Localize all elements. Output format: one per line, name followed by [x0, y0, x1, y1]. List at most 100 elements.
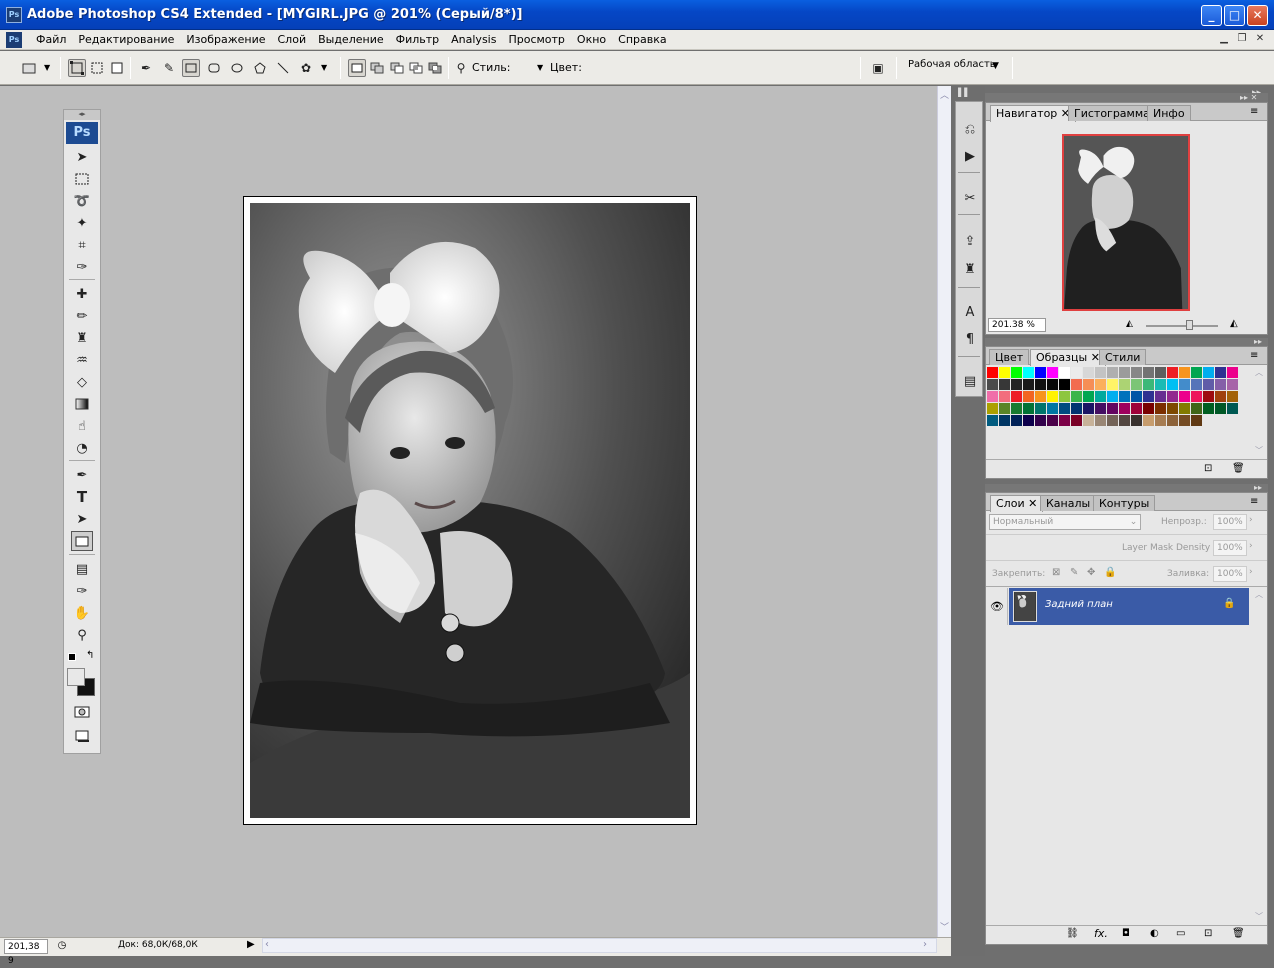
pen-tool-icon[interactable]: ✒: [71, 465, 93, 485]
color-swatch[interactable]: [1119, 367, 1130, 378]
collapse-dock-icon[interactable]: ▐▐: [955, 88, 967, 97]
color-swatch[interactable]: [1179, 379, 1190, 390]
color-swatch[interactable]: [1167, 367, 1178, 378]
color-swatch[interactable]: [1143, 391, 1154, 402]
color-swatch[interactable]: [1107, 367, 1118, 378]
color-swatch[interactable]: [1155, 403, 1166, 414]
color-swatch[interactable]: [1047, 391, 1058, 402]
tab-channels[interactable]: Каналы: [1040, 495, 1097, 511]
color-swatch[interactable]: [1155, 367, 1166, 378]
color-swatch[interactable]: [1227, 391, 1238, 402]
panel-menu-icon[interactable]: ≡: [1250, 106, 1258, 117]
opacity-field[interactable]: 100%: [1213, 514, 1247, 530]
color-swatch[interactable]: [1047, 415, 1058, 426]
color-swatch[interactable]: [1167, 391, 1178, 402]
new-group-icon[interactable]: ▭: [1176, 928, 1185, 939]
paths-button[interactable]: [88, 59, 106, 77]
color-swatch[interactable]: [1071, 415, 1082, 426]
tool-preset-picker[interactable]: [20, 59, 38, 77]
color-swatch[interactable]: [1131, 403, 1142, 414]
color-swatch[interactable]: [1023, 415, 1034, 426]
swatch-grid[interactable]: [987, 367, 1241, 439]
menu-item[interactable]: Слой: [272, 30, 313, 50]
default-colors-icon[interactable]: [68, 653, 76, 661]
scroll-down-icon[interactable]: ﹀: [1255, 911, 1263, 922]
color-swatch[interactable]: [1143, 415, 1154, 426]
history-panel-icon[interactable]: ⎌: [959, 118, 981, 140]
color-swatch[interactable]: [1035, 367, 1046, 378]
adjustment-layer-icon[interactable]: ◐: [1150, 928, 1159, 939]
photoshop-app-icon[interactable]: Ps: [6, 7, 22, 23]
color-swatch[interactable]: [1215, 403, 1226, 414]
zoom-in-icon[interactable]: ◭: [1230, 318, 1238, 329]
color-swatch[interactable]: [987, 415, 998, 426]
color-swatch[interactable]: [1179, 415, 1190, 426]
trash-icon[interactable]: 🗑: [1232, 463, 1245, 474]
visibility-toggle[interactable]: 👁: [986, 588, 1008, 625]
shape-layers-button[interactable]: [68, 59, 86, 77]
color-swatch[interactable]: [1227, 367, 1238, 378]
menu-item[interactable]: Редактирование: [72, 30, 180, 50]
color-swatch[interactable]: [1167, 415, 1178, 426]
color-swatch[interactable]: [1083, 415, 1094, 426]
color-swatch[interactable]: [987, 367, 998, 378]
lock-transparency-icon[interactable]: ⊠: [1052, 567, 1060, 578]
color-swatch[interactable]: [1227, 379, 1238, 390]
chevron-right-icon[interactable]: ›: [1249, 515, 1253, 525]
color-swatch[interactable]: [1155, 415, 1166, 426]
maximize-button[interactable]: □: [1224, 5, 1245, 26]
menu-item[interactable]: Изображение: [180, 30, 271, 50]
color-swatch[interactable]: [1071, 367, 1082, 378]
tab-swatches[interactable]: Образцы ✕: [1030, 349, 1106, 366]
add-to-shape-icon[interactable]: [368, 59, 386, 77]
eraser-tool-icon[interactable]: ◇: [71, 372, 93, 392]
menu-item[interactable]: Справка: [612, 30, 672, 50]
eyedropper-3d-icon[interactable]: ✑: [71, 581, 93, 601]
color-swatch[interactable]: [1215, 367, 1226, 378]
swap-colors-icon[interactable]: ↰: [86, 650, 94, 661]
dodge-tool-icon[interactable]: ◔: [71, 438, 93, 458]
rectangle-tool-icon[interactable]: [71, 531, 93, 551]
chevron-down-icon[interactable]: ▼: [321, 63, 327, 72]
zoom-tool-icon[interactable]: ⚲: [71, 625, 93, 645]
ellipse-icon[interactable]: [228, 59, 246, 77]
color-swatch[interactable]: [1227, 403, 1238, 414]
tab-histogram[interactable]: Гистограмма: [1068, 105, 1156, 121]
color-swatch[interactable]: [999, 415, 1010, 426]
color-swatch[interactable]: [1023, 367, 1034, 378]
color-swatch[interactable]: [1107, 415, 1118, 426]
blur-tool-icon[interactable]: ☝: [71, 416, 93, 436]
tool-presets-icon[interactable]: ✂: [959, 187, 981, 209]
chevron-down-icon[interactable]: ▼: [992, 61, 999, 71]
color-swatch[interactable]: [1023, 391, 1034, 402]
menu-item[interactable]: Фильтр: [390, 30, 446, 50]
tab-paths[interactable]: Контуры: [1093, 495, 1156, 511]
color-swatch[interactable]: [1035, 403, 1046, 414]
color-swatch[interactable]: [1203, 391, 1214, 402]
color-swatch[interactable]: [1215, 379, 1226, 390]
history-brush-icon[interactable]: ♒: [71, 350, 93, 370]
color-swatch[interactable]: [1191, 391, 1202, 402]
navigator-zoom-field[interactable]: 201.38 %: [988, 318, 1046, 332]
tab-layers[interactable]: Слои ✕: [990, 495, 1044, 512]
ps-logo[interactable]: Ps: [66, 122, 98, 144]
color-swatch[interactable]: [1011, 367, 1022, 378]
color-swatch[interactable]: [1071, 391, 1082, 402]
menu-item[interactable]: Analysis: [445, 30, 502, 50]
color-swatch[interactable]: [1035, 415, 1046, 426]
status-arrow-icon[interactable]: ▶: [247, 939, 255, 950]
color-swatch[interactable]: [1083, 379, 1094, 390]
color-swatch[interactable]: [1167, 403, 1178, 414]
color-swatch[interactable]: [1059, 367, 1070, 378]
menu-item[interactable]: Выделение: [312, 30, 390, 50]
layers-panel-header[interactable]: [985, 484, 1268, 492]
scroll-left-icon[interactable]: ‹: [265, 939, 269, 950]
layer-style-icon[interactable]: fx.: [1094, 927, 1108, 940]
color-swatch[interactable]: [1215, 391, 1226, 402]
color-swatch[interactable]: [1119, 403, 1130, 414]
color-swatch[interactable]: [1167, 379, 1178, 390]
close-icon[interactable]: ✕: [1028, 497, 1037, 510]
photo-image[interactable]: [250, 203, 690, 818]
toolbox-grip[interactable]: ◂▸: [64, 110, 100, 120]
color-swatch[interactable]: [1035, 391, 1046, 402]
